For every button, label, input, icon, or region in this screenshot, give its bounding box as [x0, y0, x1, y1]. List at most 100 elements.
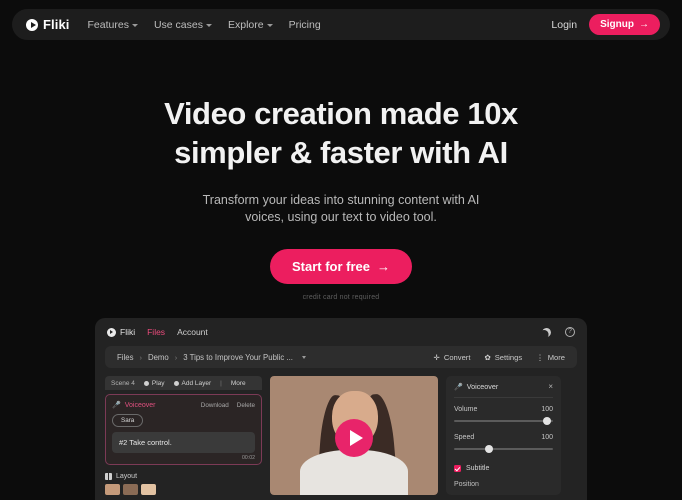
layout-label: Layout	[116, 473, 138, 480]
nav-label-explore: Explore	[227, 18, 264, 31]
voiceover-text-input[interactable]: #2 Take control.	[112, 432, 255, 453]
tab-files[interactable]: Files	[147, 327, 165, 337]
video-preview[interactable]	[270, 376, 438, 495]
scene-editor-panel: Scene 4 Play Add Layer | More 🎤 Voiceove…	[105, 376, 262, 495]
breadcrumb-item-demo[interactable]: Demo	[148, 353, 169, 362]
scene-play-button[interactable]: Play	[143, 379, 165, 387]
moon-icon[interactable]	[541, 326, 553, 338]
nav-item-explore[interactable]: Explore	[228, 19, 273, 31]
nav-label-features: Features	[87, 18, 129, 31]
layout-thumbnails	[105, 484, 262, 495]
breadcrumb-separator: ›	[139, 352, 142, 362]
play-icon	[143, 380, 149, 386]
microphone-icon: 🎤	[454, 383, 463, 391]
play-circle-icon	[26, 18, 38, 31]
layout-section-header[interactable]: Layout	[105, 473, 262, 480]
arrow-right-icon: →	[639, 19, 649, 30]
slider-track	[454, 420, 553, 422]
voice-chip[interactable]: Sara	[112, 414, 144, 427]
speed-row: Speed 100	[454, 434, 553, 441]
nav-label-pricing: Pricing	[288, 18, 321, 31]
credit-card-note: credit card not required	[302, 294, 380, 301]
start-for-free-button[interactable]: Start for free →	[269, 249, 413, 284]
app-header-actions: ?	[542, 327, 575, 337]
layout-thumbnail[interactable]	[123, 484, 138, 495]
layout-icon	[105, 473, 112, 480]
nav-item-features[interactable]: Features	[88, 19, 138, 31]
landing-page: Fliki Features Use cases Explore Pricing…	[0, 0, 682, 500]
layout-thumbnail[interactable]	[105, 484, 120, 495]
subtitle-toggle[interactable]: Subtitle	[454, 465, 553, 472]
nav-item-pricing[interactable]: Pricing	[289, 19, 321, 31]
hero-subtitle-line1: Transform your ideas into stunning conte…	[202, 192, 480, 207]
scene-more-button[interactable]: More	[231, 380, 246, 387]
delete-button[interactable]: Delete	[237, 402, 255, 409]
cta-label: Start for free	[291, 259, 371, 274]
project-toolbar-actions: ✛ Convert ✿ Settings ⋮ More	[434, 353, 565, 362]
speed-control: Speed 100	[454, 434, 553, 454]
speed-slider[interactable]	[454, 444, 553, 454]
breadcrumb-toolbar: Files › Demo › 3 Tips to Improve Your Pu…	[105, 346, 577, 368]
arrow-right-icon: →	[377, 259, 391, 274]
login-button[interactable]: Login	[551, 19, 577, 31]
slider-knob[interactable]	[484, 445, 493, 453]
voiceover-layer-card[interactable]: 🎤 Voiceover Download Delete Sara #2 Take…	[105, 394, 262, 465]
scene-more-label: More	[230, 379, 246, 387]
convert-label: Convert	[443, 352, 471, 362]
voiceover-panel-header: 🎤 Voiceover ×	[454, 382, 553, 398]
convert-icon: ✛	[433, 352, 440, 362]
breadcrumb-item-project[interactable]: 3 Tips to Improve Your Public ...	[183, 353, 293, 362]
slider-knob[interactable]	[543, 417, 552, 425]
top-navbar: Fliki Features Use cases Explore Pricing…	[12, 9, 670, 40]
convert-button[interactable]: ✛ Convert	[434, 353, 471, 362]
app-brand-name: Fliki	[120, 327, 136, 337]
subtitle-label: Subtitle	[466, 465, 490, 472]
more-icon: ⋮	[536, 352, 544, 362]
voiceover-duration: 00:02	[242, 455, 255, 461]
help-icon[interactable]: ?	[565, 327, 575, 337]
signup-button[interactable]: Signup →	[589, 14, 660, 35]
settings-button[interactable]: ✿ Settings	[484, 353, 522, 362]
app-brand-logo[interactable]: Fliki	[107, 327, 135, 337]
scene-play-label: Play	[151, 379, 165, 387]
more-button[interactable]: ⋮ More	[536, 353, 565, 362]
chevron-down-icon	[205, 23, 212, 27]
brand-name: Fliki	[43, 17, 70, 32]
divider: |	[220, 379, 222, 387]
download-button[interactable]: Download	[201, 402, 229, 409]
play-circle-icon	[107, 327, 116, 337]
breadcrumb-item-files[interactable]: Files	[117, 353, 133, 362]
volume-label: Volume	[454, 406, 478, 413]
tab-account[interactable]: Account	[177, 327, 208, 337]
volume-row: Volume 100	[454, 406, 553, 413]
play-icon[interactable]	[335, 418, 373, 457]
app-body: Scene 4 Play Add Layer | More 🎤 Voiceove…	[95, 368, 587, 495]
hero-title-line2: simpler & faster with AI	[174, 134, 508, 170]
volume-slider[interactable]	[454, 416, 553, 426]
app-header: Fliki Files Account ?	[95, 318, 587, 346]
page-title: Video creation made 10x simpler & faster…	[0, 95, 682, 173]
voiceover-card-title: Voiceover	[124, 401, 156, 409]
speed-label: Speed	[454, 434, 475, 441]
chevron-down-icon[interactable]	[301, 355, 306, 359]
nav-links: Features Use cases Explore Pricing	[88, 19, 321, 31]
brand-logo[interactable]: Fliki	[26, 17, 70, 32]
hero-title-line1: Video creation made 10x	[164, 96, 518, 131]
volume-control: Volume 100	[454, 406, 553, 426]
app-preview-window: Fliki Files Account ? Files › Demo › 3 T…	[95, 318, 587, 500]
voiceover-card-actions: Download Delete	[201, 402, 255, 409]
volume-value: 100	[541, 406, 553, 413]
scene-toolbar: Scene 4 Play Add Layer | More	[105, 376, 262, 390]
chevron-down-icon	[266, 23, 273, 27]
voiceover-settings-panel: 🎤 Voiceover × Volume 100 Speed 100 Subti…	[446, 376, 561, 495]
signup-label: Signup	[600, 19, 634, 30]
close-icon[interactable]: ×	[548, 382, 553, 391]
checkbox-icon[interactable]	[454, 465, 461, 472]
hero-subtitle: Transform your ideas into stunning conte…	[0, 192, 682, 228]
add-layer-button[interactable]: Add Layer	[173, 380, 211, 387]
nav-item-use-cases[interactable]: Use cases	[154, 19, 212, 31]
speed-value: 100	[541, 434, 553, 441]
voiceover-panel-title: Voiceover	[466, 382, 499, 391]
layout-thumbnail[interactable]	[141, 484, 156, 495]
chevron-down-icon	[131, 23, 138, 27]
